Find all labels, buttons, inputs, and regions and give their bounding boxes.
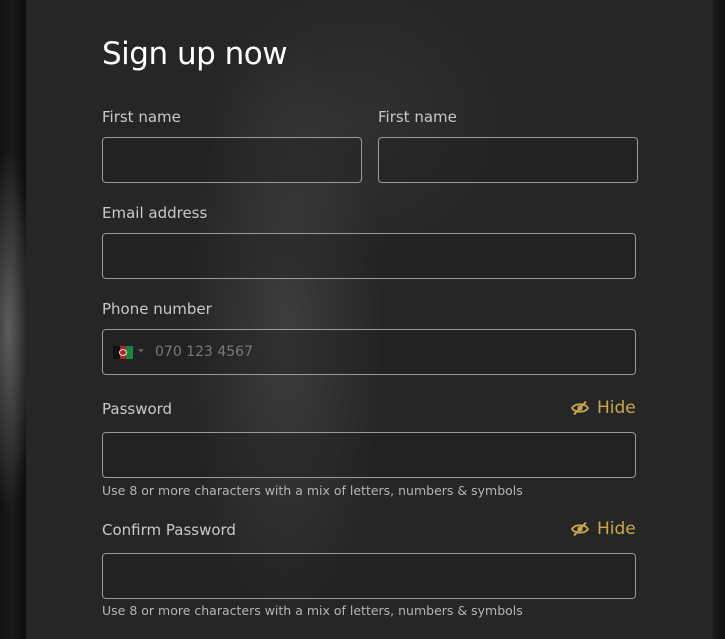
confirm-password-input[interactable] bbox=[103, 554, 635, 598]
second-name-label: First name bbox=[378, 108, 457, 126]
confirm-password-field[interactable] bbox=[102, 553, 636, 599]
email-field[interactable] bbox=[102, 233, 636, 279]
phone-field[interactable] bbox=[102, 329, 636, 375]
country-selector[interactable] bbox=[103, 330, 145, 374]
password-field[interactable] bbox=[102, 432, 636, 478]
password-hide-label: Hide bbox=[597, 398, 636, 418]
password-hide-toggle[interactable]: Hide bbox=[571, 398, 636, 418]
first-name-field[interactable] bbox=[102, 137, 362, 183]
phone-label: Phone number bbox=[102, 300, 212, 318]
afghanistan-flag-icon bbox=[113, 346, 134, 359]
email-input[interactable] bbox=[103, 234, 635, 278]
phone-input[interactable] bbox=[145, 330, 635, 374]
password-label: Password bbox=[102, 400, 173, 418]
second-name-input[interactable] bbox=[379, 138, 637, 182]
email-label: Email address bbox=[102, 204, 208, 222]
page-title: Sign up now bbox=[102, 36, 288, 72]
confirm-password-label: Confirm Password bbox=[102, 521, 236, 539]
signup-panel bbox=[26, 0, 713, 639]
confirm-password-hide-toggle[interactable]: Hide bbox=[571, 519, 636, 539]
first-name-label: First name bbox=[102, 108, 181, 126]
second-name-field[interactable] bbox=[378, 137, 638, 183]
caret-down-icon bbox=[138, 349, 144, 353]
eye-slash-icon bbox=[571, 400, 589, 416]
first-name-input[interactable] bbox=[103, 138, 361, 182]
password-input[interactable] bbox=[103, 433, 635, 477]
panel-edge bbox=[713, 0, 725, 639]
confirm-password-hide-label: Hide bbox=[597, 519, 636, 539]
password-hint: Use 8 or more characters with a mix of l… bbox=[102, 483, 523, 498]
eye-slash-icon bbox=[571, 521, 589, 537]
confirm-password-hint: Use 8 or more characters with a mix of l… bbox=[102, 603, 523, 618]
